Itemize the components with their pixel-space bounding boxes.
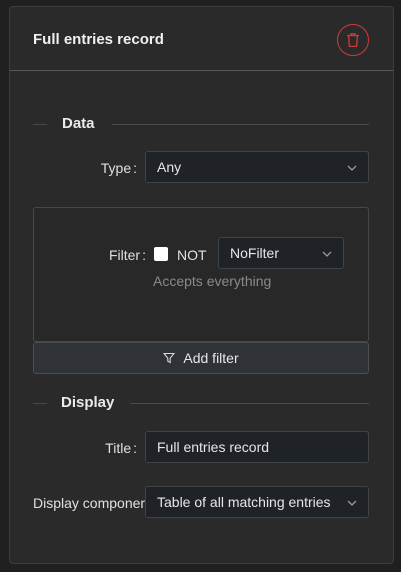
add-filter-label: Add filter (183, 350, 239, 366)
card-title: Full entries record (33, 31, 164, 48)
filter-select-value: NoFilter (230, 245, 280, 261)
not-label: NOT (177, 247, 207, 263)
chevron-down-icon (322, 251, 332, 257)
filter-select[interactable]: NoFilter (218, 237, 344, 269)
not-checkbox[interactable] (154, 247, 168, 261)
add-filter-button[interactable]: Add filter (33, 342, 369, 374)
filter-icon (163, 352, 176, 364)
data-section-heading: Data (62, 115, 95, 132)
display-component-label: Display componer (33, 495, 145, 511)
type-select[interactable]: Any (145, 151, 369, 183)
type-select-value: Any (157, 159, 182, 175)
delete-button[interactable] (337, 24, 369, 56)
chevron-down-icon (347, 500, 357, 506)
display-section-divider: Display (33, 393, 369, 413)
title-label: Title: (105, 440, 137, 456)
chevron-down-icon (347, 165, 357, 171)
filter-label: Filter: (108, 247, 146, 263)
card-header: Full entries record (10, 7, 393, 71)
display-component-value: Table of all matching entries (157, 494, 331, 510)
type-label: Type: (100, 160, 137, 176)
display-component-select[interactable]: Table of all matching entries (145, 486, 369, 518)
title-input[interactable]: Full entries record (145, 431, 369, 463)
filter-hint: Accepts everything (153, 273, 272, 289)
entries-record-card: Full entries record Data Type: Any Filte… (9, 6, 394, 564)
trash-icon (347, 33, 359, 48)
data-section-divider: Data (33, 114, 369, 134)
filter-box: Filter: NOT NoFilter Accepts everything (33, 207, 369, 342)
display-section-heading: Display (61, 394, 115, 411)
